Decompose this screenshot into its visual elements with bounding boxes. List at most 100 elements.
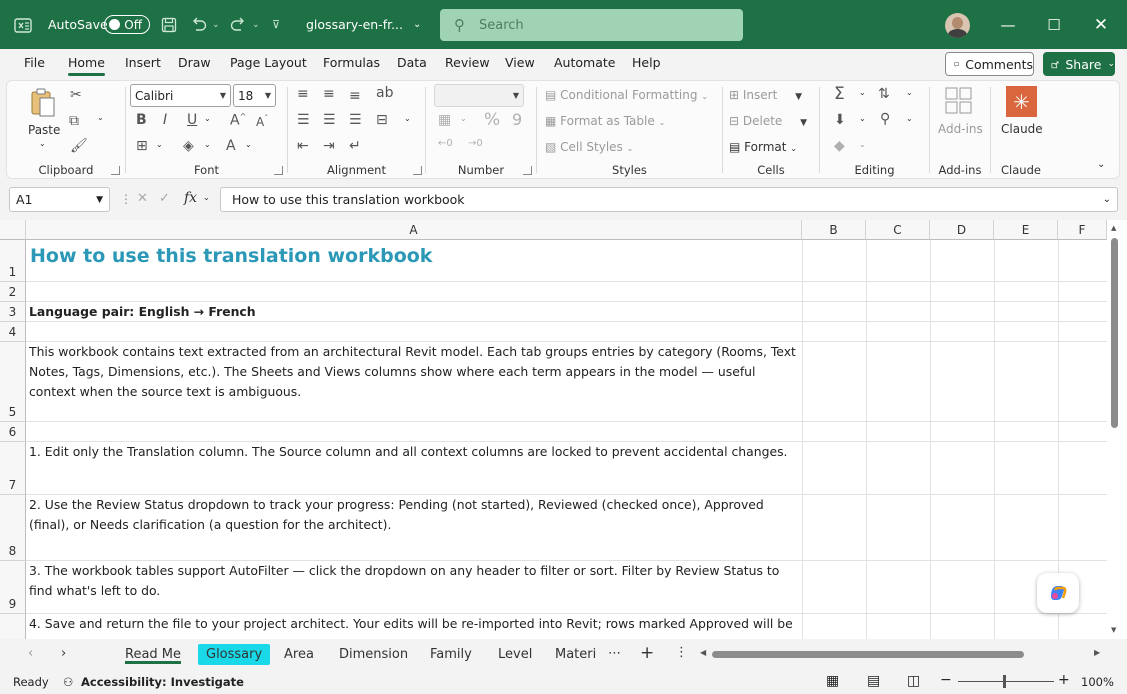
tab-automate[interactable]: Automate	[554, 55, 615, 70]
minimize-icon[interactable]: —	[985, 0, 1031, 49]
tab-draw[interactable]: Draw	[178, 55, 211, 70]
copilot-button[interactable]	[1037, 573, 1079, 613]
align-left-icon[interactable]: ☰	[297, 112, 310, 128]
fill-dropdown-icon[interactable]: ⌄	[859, 114, 866, 123]
expand-formula-bar-icon[interactable]: ⌄	[1103, 194, 1111, 205]
sheet-options-icon[interactable]: ⋮	[675, 645, 688, 660]
tab-formulas[interactable]: Formulas	[323, 55, 380, 70]
align-top-icon[interactable]: ≡	[297, 86, 309, 102]
scroll-down-icon[interactable]: ▼	[1111, 626, 1116, 634]
delete-cells-button[interactable]: ⊟ Delete ▼	[729, 114, 807, 128]
tab-insert[interactable]: Insert	[125, 55, 161, 70]
sort-filter-icon[interactable]: ⇅	[878, 86, 890, 102]
row-header[interactable]: 5	[0, 342, 26, 422]
paste-icon[interactable]	[29, 87, 57, 122]
next-sheet-icon[interactable]: ›	[61, 646, 66, 661]
sheet-tab-area[interactable]: Area	[284, 640, 314, 668]
row-header[interactable]: 7	[0, 442, 26, 495]
increase-indent-icon[interactable]: ⇥	[323, 138, 335, 154]
row-header[interactable]: 9	[0, 561, 26, 614]
row-header[interactable]: 1	[0, 240, 26, 282]
tab-home[interactable]: Home	[68, 55, 105, 76]
borders-icon[interactable]: ⊞	[136, 138, 148, 154]
cell-a9[interactable]: 3. The workbook tables support AutoFilte…	[29, 561, 801, 601]
customize-toolbar-icon[interactable]: ⊽	[272, 0, 280, 49]
row-header[interactable]: 6	[0, 422, 26, 442]
tab-view[interactable]: View	[505, 55, 535, 70]
cancel-icon[interactable]: ✕	[137, 191, 148, 206]
comments-button[interactable]: Comments	[945, 52, 1034, 76]
claude-label[interactable]: Claude	[1001, 122, 1043, 136]
underline-icon[interactable]: U	[187, 112, 197, 128]
sheet-tab-glossary[interactable]: Glossary	[198, 640, 271, 668]
autosave-toggle[interactable]: Off	[104, 0, 150, 49]
clear-icon[interactable]: ◆	[834, 138, 845, 154]
redo-dropdown-icon[interactable]: ⌄	[252, 0, 260, 49]
sheet-tab-dimension[interactable]: Dimension	[339, 640, 408, 668]
page-break-view-icon[interactable]: ◫	[907, 673, 920, 689]
enter-icon[interactable]: ✓	[159, 191, 170, 206]
font-launcher-icon[interactable]	[274, 166, 283, 175]
zoom-slider[interactable]	[958, 681, 1054, 682]
add-sheet-icon[interactable]: +	[640, 643, 654, 663]
formula-input[interactable]: How to use this translation workbook ⌄	[220, 187, 1118, 212]
copy-icon[interactable]: ⧉	[69, 113, 79, 129]
align-center-icon[interactable]: ☰	[323, 112, 336, 128]
align-bottom-icon[interactable]: ≡	[349, 88, 361, 104]
cell-a1[interactable]: How to use this translation workbook	[30, 242, 802, 270]
undo-icon[interactable]	[190, 0, 208, 49]
orientation-icon[interactable]: ab	[376, 85, 393, 101]
number-launcher-icon[interactable]	[523, 166, 532, 175]
formula-bar-grip-icon[interactable]: ⋮	[120, 192, 132, 206]
find-dropdown-icon[interactable]: ⌄	[906, 114, 913, 123]
decrease-font-size-icon[interactable]: Aˇ	[256, 114, 268, 129]
accessibility-status[interactable]: Accessibility: Investigate	[81, 675, 244, 689]
undo-dropdown-icon[interactable]: ⌄	[212, 0, 220, 49]
scroll-right-icon[interactable]: ▶	[1094, 648, 1100, 657]
vertical-scroll-thumb[interactable]	[1111, 238, 1118, 428]
row-header[interactable]: 3	[0, 302, 26, 322]
horizontal-scroll-thumb[interactable]	[712, 651, 1024, 658]
sheet-tab-family[interactable]: Family	[430, 640, 472, 668]
cell-a5[interactable]: This workbook contains text extracted fr…	[29, 342, 801, 402]
column-header-f[interactable]: F	[1058, 220, 1107, 240]
more-sheets-icon[interactable]: ⋯	[608, 646, 621, 661]
align-right-icon[interactable]: ☰	[349, 112, 362, 128]
fill-dropdown-icon[interactable]: ⌄	[204, 140, 211, 149]
redo-icon[interactable]	[229, 0, 247, 49]
row-header[interactable]: 4	[0, 322, 26, 342]
scroll-up-icon[interactable]: ▲	[1111, 224, 1116, 232]
tab-page-layout[interactable]: Page Layout	[230, 55, 307, 70]
underline-dropdown-icon[interactable]: ⌄	[204, 114, 211, 123]
font-color-dropdown-icon[interactable]: ⌄	[245, 140, 252, 149]
column-header-e[interactable]: E	[994, 220, 1058, 240]
increase-font-size-icon[interactable]: A^	[230, 112, 246, 129]
search-box[interactable]: ⚲ Search	[440, 9, 743, 41]
claude-icon[interactable]: ✳	[1006, 86, 1037, 117]
sheet-tab-level[interactable]: Level	[498, 640, 532, 668]
wrap-text-icon[interactable]: ↵	[349, 138, 361, 154]
percent-icon[interactable]: %	[484, 110, 500, 130]
save-icon[interactable]	[161, 0, 177, 49]
accounting-dropdown-icon[interactable]: ⌄	[460, 114, 467, 123]
share-button[interactable]: Share ⌄	[1043, 52, 1115, 76]
row-header[interactable]: 8	[0, 495, 26, 561]
select-all-corner[interactable]	[0, 220, 26, 240]
sort-dropdown-icon[interactable]: ⌄	[906, 88, 913, 97]
addins-label[interactable]: Add-ins	[938, 122, 983, 136]
fill-color-icon[interactable]: ◈	[183, 138, 194, 154]
column-header-d[interactable]: D	[930, 220, 994, 240]
column-header-a[interactable]: A	[26, 220, 802, 240]
maximize-icon[interactable]: ☐	[1031, 0, 1077, 49]
clipboard-launcher-icon[interactable]	[111, 166, 120, 175]
accounting-format-icon[interactable]: ▦	[438, 112, 451, 128]
clear-dropdown-icon[interactable]: ⌄	[859, 140, 866, 149]
copy-dropdown-icon[interactable]: ⌄	[97, 113, 104, 122]
horizontal-scrollbar[interactable]: ◀ ▶	[700, 647, 1107, 661]
close-icon[interactable]: ✕	[1078, 0, 1124, 49]
zoom-level[interactable]: 100%	[1081, 675, 1114, 689]
zoom-out-icon[interactable]: −	[940, 672, 952, 688]
avatar[interactable]	[945, 13, 970, 38]
zoom-slider-thumb[interactable]	[1003, 675, 1006, 688]
scroll-left-icon[interactable]: ◀	[700, 648, 706, 657]
